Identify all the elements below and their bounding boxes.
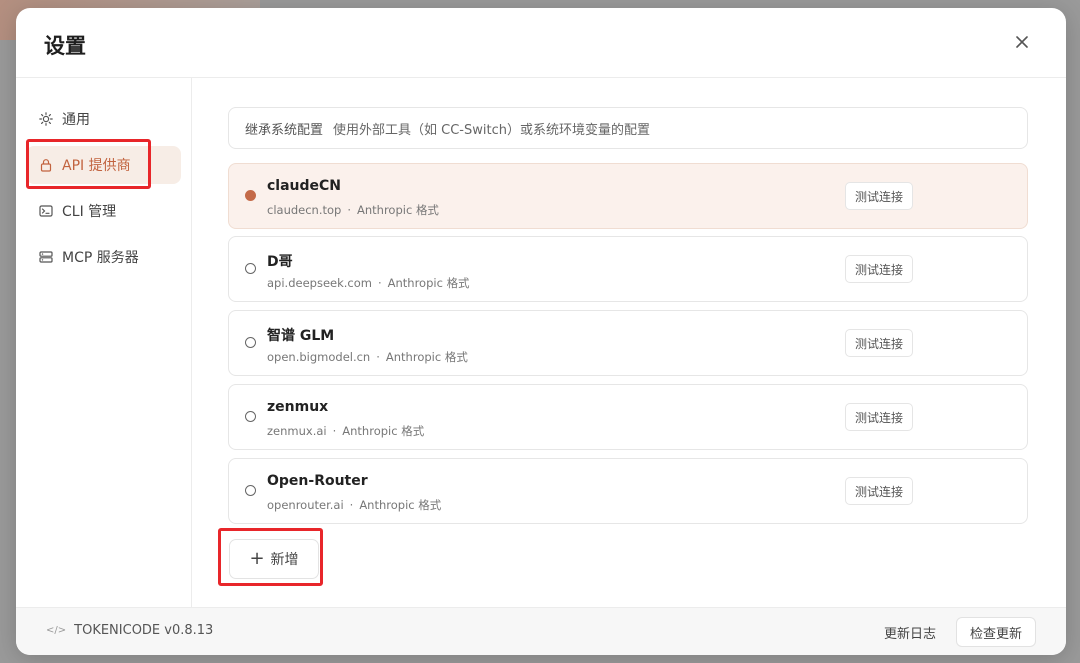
changelog-link[interactable]: 更新日志 xyxy=(884,623,936,642)
sidebar-item-mcp[interactable]: MCP 服务器 xyxy=(26,238,181,276)
dialog-footer: </> TOKENICODE v0.8.13 更新日志 检查更新 xyxy=(16,607,1066,655)
provider-radio[interactable] xyxy=(245,485,256,496)
dialog-title: 设置 xyxy=(44,34,86,58)
settings-dialog: 设置 通用 API 提供商 CLI 管理 MCP 服务器 继承系统配置 使用外部… xyxy=(16,8,1066,655)
provider-meta: open.bigmodel.cn · Anthropic 格式 xyxy=(267,350,468,364)
provider-name: zenmux xyxy=(267,399,329,415)
provider-radio[interactable] xyxy=(245,263,256,274)
inherit-system-config[interactable]: 继承系统配置 使用外部工具（如 CC-Switch）或系统环境变量的配置 xyxy=(228,107,1028,149)
provider-name: claudeCN xyxy=(267,178,342,194)
sidebar-item-label: 通用 xyxy=(62,112,90,128)
lock-icon xyxy=(38,157,54,173)
provider-radio[interactable] xyxy=(245,337,256,348)
provider-radio[interactable] xyxy=(245,411,256,422)
provider-meta: api.deepseek.com · Anthropic 格式 xyxy=(267,276,470,290)
version-text: TOKENICODE v0.8.13 xyxy=(74,623,214,638)
provider-radio[interactable] xyxy=(245,190,256,201)
test-connection-button[interactable]: 测试连接 xyxy=(845,477,913,505)
provider-name: Open-Router xyxy=(267,473,368,489)
dialog-header: 设置 xyxy=(16,8,1066,78)
close-icon[interactable] xyxy=(1012,32,1032,52)
test-connection-button[interactable]: 测试连接 xyxy=(845,403,913,431)
sidebar-item-api-provider[interactable]: API 提供商 xyxy=(26,146,181,184)
provider-meta: zenmux.ai · Anthropic 格式 xyxy=(267,424,425,438)
provider-card[interactable]: claudeCN claudecn.top · Anthropic 格式 测试连接 xyxy=(228,163,1028,229)
add-provider-button[interactable]: + 新增 xyxy=(229,539,319,579)
add-provider-label: 新增 xyxy=(270,552,299,568)
sidebar-item-label: CLI 管理 xyxy=(62,204,117,220)
plus-icon: + xyxy=(249,548,265,569)
settings-sidebar: 通用 API 提供商 CLI 管理 MCP 服务器 xyxy=(16,78,192,607)
app-version: </> TOKENICODE v0.8.13 xyxy=(46,623,213,638)
inherit-description: 使用外部工具（如 CC-Switch）或系统环境变量的配置 xyxy=(333,122,650,138)
code-icon: </> xyxy=(46,625,67,636)
provider-panel: 继承系统配置 使用外部工具（如 CC-Switch）或系统环境变量的配置 cla… xyxy=(193,78,1066,607)
provider-name: 智谱 GLM xyxy=(267,328,335,344)
sidebar-item-general[interactable]: 通用 xyxy=(26,100,181,138)
provider-card[interactable]: Open-Router openrouter.ai · Anthropic 格式 测… xyxy=(228,458,1028,524)
provider-card[interactable]: D哥 api.deepseek.com · Anthropic 格式 测试连接 xyxy=(228,236,1028,302)
sidebar-item-label: MCP 服务器 xyxy=(62,250,139,266)
test-connection-button[interactable]: 测试连接 xyxy=(845,255,913,283)
provider-card[interactable]: 智谱 GLM open.bigmodel.cn · Anthropic 格式 测试连… xyxy=(228,310,1028,376)
sun-icon xyxy=(38,111,54,127)
sidebar-item-label: API 提供商 xyxy=(62,158,131,174)
provider-card[interactable]: zenmux zenmux.ai · Anthropic 格式 测试连接 xyxy=(228,384,1028,450)
terminal-icon xyxy=(38,203,54,219)
inherit-title: 继承系统配置 xyxy=(245,122,324,138)
provider-meta: openrouter.ai · Anthropic 格式 xyxy=(267,498,442,512)
test-connection-button[interactable]: 测试连接 xyxy=(845,182,913,210)
server-icon xyxy=(38,249,54,265)
provider-name: D哥 xyxy=(267,254,293,270)
provider-meta: claudecn.top · Anthropic 格式 xyxy=(267,203,439,217)
test-connection-button[interactable]: 测试连接 xyxy=(845,329,913,357)
sidebar-item-cli[interactable]: CLI 管理 xyxy=(26,192,181,230)
check-update-button[interactable]: 检查更新 xyxy=(956,617,1036,647)
